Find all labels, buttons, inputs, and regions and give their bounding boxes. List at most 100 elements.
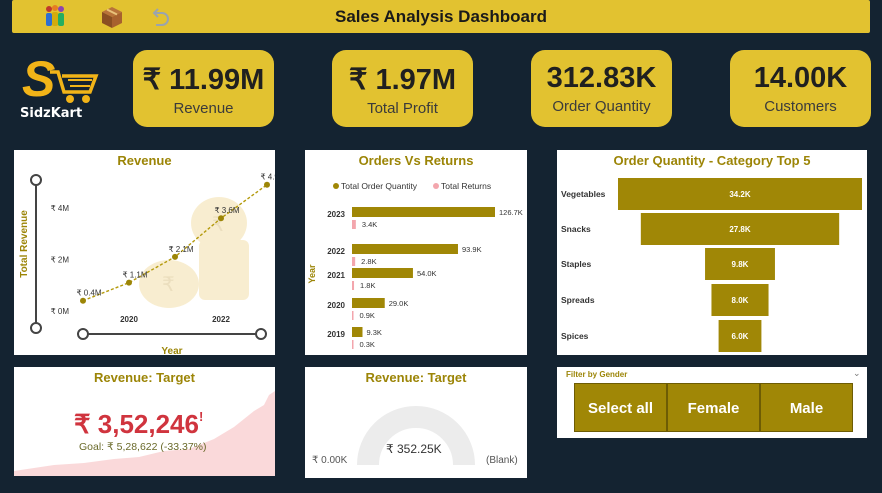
revenue-point[interactable] <box>80 297 86 304</box>
card-title: Revenue: Target <box>94 370 195 385</box>
orders-returns-chart: Total Order Quantity Total Returns Year 20… <box>307 181 523 349</box>
y-axis-label: Year <box>307 264 317 284</box>
y-category-label: 2020 <box>327 301 345 310</box>
page-title: Sales Analysis Dashboard <box>335 7 547 26</box>
y-axis-label: Total Revenue <box>19 210 30 278</box>
goal-text: Goal: ₹ 5,28,622 (-33.37%) <box>79 441 207 453</box>
revenue-point[interactable] <box>218 215 224 222</box>
category-value-label: 8.0K <box>732 296 749 305</box>
order-bar[interactable] <box>352 207 495 217</box>
revenue-point[interactable] <box>172 253 178 260</box>
return-bar[interactable] <box>352 220 356 229</box>
kpi-label: Revenue <box>173 100 234 117</box>
revenue-target-card: Revenue: Target ₹ 3,52,246! Goal: ₹ 5,28… <box>14 367 275 476</box>
gauge-min-label: ₹ 0.00K <box>312 455 348 466</box>
revenue-data-label: ₹ 0.4M <box>76 289 101 298</box>
chevron-down-icon[interactable]: ⌄ <box>853 368 861 379</box>
category-funnel-chart: Vegetables 34.2K Snacks 27.8K Staples 9.8K Spr… <box>561 178 862 352</box>
category-value-label: 27.8K <box>729 225 751 234</box>
order-bar-label: 9.3K <box>366 328 381 337</box>
revenue-line-chart: ₹ ₹ ₹ 0M₹ 2M₹ 4M2020 2022YearTotal Revenu… <box>19 173 275 355</box>
filter-female-button[interactable]: Female <box>667 383 760 432</box>
category-label: Staples <box>561 259 592 269</box>
x-tick-label: 2020 <box>120 315 138 324</box>
return-bar-label: 0.3K <box>360 340 375 349</box>
x-axis-label: Year <box>161 346 182 355</box>
revenue-chart-panel: Revenue ₹ ₹ ₹ 0M ₹ 2M ₹ 4M 2020 2022 Year Tota… <box>14 150 275 355</box>
return-bar[interactable] <box>352 257 356 266</box>
category-value-label: 34.2K <box>729 190 751 199</box>
legend-marker <box>333 183 339 189</box>
target-value-text: ₹ 3,52,246 <box>74 409 199 439</box>
return-bar-label: 3.4K <box>362 220 377 229</box>
brand-name: SidzKart <box>20 106 83 121</box>
y-category-label: 2019 <box>327 330 345 339</box>
return-bar-label: 0.9K <box>360 311 375 320</box>
revenue-gauge-panel: Revenue: Target ₹ 352.25K ₹ 0.00K (Blank… <box>305 367 527 478</box>
svg-text:₹: ₹ <box>162 274 175 296</box>
filter-male-button[interactable]: Male <box>760 383 853 432</box>
revenue-data-label: ₹ 2.1M <box>168 245 193 254</box>
order-bar[interactable] <box>352 268 413 278</box>
category-value-label: 9.8K <box>732 260 749 269</box>
order-bar-label: 93.9K <box>462 245 482 254</box>
order-bar[interactable] <box>352 327 363 337</box>
return-bar-label: 2.8K <box>361 257 376 266</box>
y-tick-label: ₹ 2M <box>51 255 70 264</box>
gauge-max-label: (Blank) <box>486 455 518 466</box>
legend-label: Total Returns <box>441 181 491 191</box>
x-slider-handle-right[interactable] <box>255 328 267 340</box>
category-top5-panel: Order Quantity - Category Top 5 Vegetabl… <box>557 150 867 355</box>
y-slider-handle-top[interactable] <box>30 174 42 186</box>
filter-select-all-button[interactable]: Select all <box>574 383 667 432</box>
order-bar[interactable] <box>352 298 385 308</box>
return-bar-label: 1.8K <box>360 281 375 290</box>
order-bar-label: 29.0K <box>389 299 409 308</box>
kpi-order-quantity: 312.83K Order Quantity <box>531 50 672 127</box>
y-tick-label: ₹ 0M <box>51 307 70 316</box>
order-bar-label: 126.7K <box>499 208 523 217</box>
return-bar[interactable] <box>352 311 354 320</box>
return-bar[interactable] <box>352 281 355 290</box>
svg-text:S: S <box>22 52 55 107</box>
target-value-suffix: ! <box>198 409 204 424</box>
y-category-label: 2021 <box>327 271 345 280</box>
legend-label: Total Order Quantity <box>341 181 418 191</box>
y-tick-label: ₹ 4M <box>51 204 70 213</box>
kpi-value: 312.83K <box>546 62 657 94</box>
kpi-value: 14.00K <box>753 62 848 94</box>
kpi-revenue: ₹ 11.99M Revenue <box>133 50 274 127</box>
category-label: Snacks <box>561 224 591 234</box>
kpi-value: ₹ 11.99M <box>142 64 265 96</box>
category-label: Spreads <box>561 295 595 305</box>
y-slider-handle-bottom[interactable] <box>30 322 42 334</box>
order-bar[interactable] <box>352 244 458 254</box>
x-slider-handle-left[interactable] <box>77 328 89 340</box>
kpi-label: Customers <box>764 98 837 115</box>
gauge-value: ₹ 352.25K <box>386 442 442 456</box>
return-bar[interactable] <box>352 340 354 349</box>
category-label: Spices <box>561 331 589 341</box>
revenue-point[interactable] <box>264 181 270 188</box>
undo-icon[interactable] <box>147 4 173 30</box>
people-icon[interactable] <box>42 4 68 30</box>
orders-returns-panel: Orders Vs Returns Total Order Quantity To… <box>305 150 527 355</box>
y-category-label: 2023 <box>327 210 345 219</box>
revenue-point[interactable] <box>126 279 132 286</box>
revenue-data-label: ₹ 3.6M <box>214 206 239 215</box>
revenue-data-label: ₹ 1.1M <box>122 271 147 280</box>
x-tick-label: 2022 <box>212 315 230 324</box>
y-category-label: 2022 <box>327 247 345 256</box>
order-bar-label: 54.0K <box>417 269 437 278</box>
gauge-track <box>357 406 475 466</box>
target-value: ₹ 3,52,246! <box>74 409 203 440</box>
kpi-label: Order Quantity <box>552 98 651 115</box>
kpi-value: ₹ 1.97M <box>348 64 457 96</box>
slicer-title: Filter by Gender <box>566 370 628 379</box>
kpi-total-profit: ₹ 1.97M Total Profit <box>332 50 473 127</box>
gender-filter-slicer: Filter by Gender ⌄ Select all Female Mal… <box>557 367 867 438</box>
category-value-label: 6.0K <box>732 332 749 341</box>
legend-marker <box>433 183 439 189</box>
category-label: Vegetables <box>561 189 606 199</box>
package-icon[interactable] <box>99 4 125 30</box>
